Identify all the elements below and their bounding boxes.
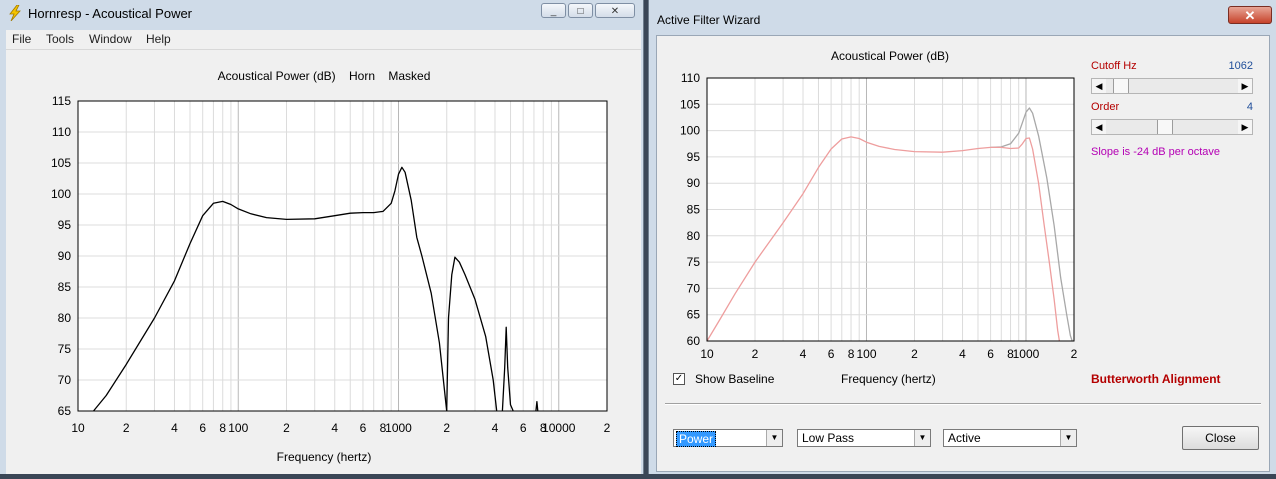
y-tick-label: 100 bbox=[680, 124, 700, 138]
plot-area: 110105100959085807570656010 2 4 6 8 100 2 4 6 810… bbox=[680, 71, 1078, 361]
measure-select-value: Power bbox=[676, 431, 717, 447]
chart-title: Acoustical Power (dB) bbox=[831, 49, 949, 63]
x-tick-label: 100 bbox=[228, 421, 248, 435]
y-tick-label: 65 bbox=[687, 308, 701, 322]
cutoff-value: 1062 bbox=[1228, 60, 1253, 72]
y-tick-label: 80 bbox=[58, 311, 72, 325]
x-tick-label: 2 bbox=[604, 421, 611, 435]
y-tick-label: 75 bbox=[687, 255, 701, 269]
menu-help[interactable]: Help bbox=[146, 32, 171, 46]
x-tick-label: 10 bbox=[71, 421, 85, 435]
y-tick-label: 115 bbox=[52, 94, 71, 108]
lightning-icon bbox=[9, 5, 21, 21]
x-tick-label: 4 bbox=[492, 421, 499, 435]
y-tick-label: 110 bbox=[681, 71, 700, 85]
x-tick-label: 6 bbox=[199, 421, 206, 435]
filter-response-chart: Acoustical Power (dB) 110 105 100 95 90 85 80 7… bbox=[680, 49, 1078, 361]
x-tick-label: 10000 bbox=[542, 421, 576, 435]
y-tick-label: 70 bbox=[58, 373, 72, 387]
order-slider[interactable]: ◀ ▶ bbox=[1091, 119, 1253, 135]
left-arrow-icon[interactable]: ◀ bbox=[1092, 120, 1106, 134]
x-tick-label: 4 bbox=[331, 421, 338, 435]
filter-type-select-value: Low Pass bbox=[802, 431, 855, 445]
window-title: Hornresp - Acoustical Power bbox=[28, 6, 193, 21]
x-tick-label: 4 bbox=[171, 421, 178, 435]
order-slider-thumb[interactable] bbox=[1157, 120, 1174, 134]
y-tick-label: 90 bbox=[687, 176, 701, 190]
x-tick-label: 1000 bbox=[1013, 347, 1040, 361]
separator bbox=[665, 403, 1261, 405]
x-tick-label: 2 bbox=[283, 421, 290, 435]
x-tick-label: 1000 bbox=[385, 421, 412, 435]
x-tick-label: 6 bbox=[520, 421, 527, 435]
filter-mode-select[interactable]: Active ▼ bbox=[943, 429, 1077, 447]
order-label: Order bbox=[1091, 101, 1120, 113]
x-tick-label: 4 bbox=[800, 347, 807, 361]
hornresp-window: Hornresp - Acoustical Power _ □ ✕ File T… bbox=[0, 0, 644, 474]
y-tick-label: 65 bbox=[58, 404, 72, 418]
right-arrow-icon[interactable]: ▶ bbox=[1238, 120, 1252, 134]
y-tick-label: 110 bbox=[52, 125, 71, 139]
menu-tools[interactable]: Tools bbox=[46, 32, 74, 46]
close-window-button[interactable]: ✕ bbox=[1228, 6, 1272, 24]
left-arrow-icon[interactable]: ◀ bbox=[1092, 79, 1106, 93]
menu-window[interactable]: Window bbox=[89, 32, 132, 46]
chevron-down-icon[interactable]: ▼ bbox=[1060, 430, 1076, 446]
close-button[interactable]: Close bbox=[1182, 426, 1259, 450]
x-tick-label: 100 bbox=[856, 347, 876, 361]
y-tick-label: 105 bbox=[51, 156, 71, 170]
order-value: 4 bbox=[1246, 101, 1253, 113]
chevron-down-icon[interactable]: ▼ bbox=[914, 430, 930, 446]
x-tick-label: 6 bbox=[360, 421, 367, 435]
chart-title: Acoustical Power (dB) Horn Masked bbox=[218, 69, 431, 83]
x-tick-label: 6 bbox=[987, 347, 994, 361]
x-tick-label: 10 bbox=[700, 347, 714, 361]
y-tick-label: 80 bbox=[687, 229, 701, 243]
filter-type-select[interactable]: Low Pass ▼ bbox=[797, 429, 931, 447]
x-tick-label: 6 bbox=[828, 347, 835, 361]
maximize-button[interactable]: □ bbox=[568, 3, 593, 18]
x-tick-label: 8 bbox=[219, 421, 226, 435]
minimize-button[interactable]: _ bbox=[541, 3, 566, 18]
x-axis-label: Frequency (hertz) bbox=[277, 450, 372, 464]
y-tick-label: 95 bbox=[58, 218, 72, 232]
show-baseline-checkbox[interactable]: ✓ bbox=[673, 373, 685, 385]
x-tick-label: 2 bbox=[911, 347, 918, 361]
measure-select[interactable]: Power ▼ bbox=[673, 429, 783, 447]
x-axis-label: Frequency (hertz) bbox=[841, 372, 936, 386]
x-tick-label: 4 bbox=[959, 347, 966, 361]
show-baseline-label: Show Baseline bbox=[695, 372, 775, 386]
x-tick-label: 8 bbox=[848, 347, 855, 361]
cutoff-label: Cutoff Hz bbox=[1091, 60, 1137, 72]
y-tick-label: 100 bbox=[51, 187, 71, 201]
x-tick-label: 2 bbox=[752, 347, 759, 361]
y-tick-label: 105 bbox=[680, 97, 700, 111]
filter-mode-select-value: Active bbox=[948, 431, 981, 445]
cutoff-slider-thumb[interactable] bbox=[1112, 79, 1129, 93]
slope-text: Slope is -24 dB per octave bbox=[1091, 146, 1221, 158]
y-tick-label: 85 bbox=[687, 203, 701, 217]
menu-bar: File Tools Window Help bbox=[6, 30, 641, 50]
wizard-client-area: Acoustical Power (dB) 110 105 100 95 90 85 80 7… bbox=[656, 35, 1270, 472]
acoustical-power-chart: Acoustical Power (dB) Horn Masked Freque… bbox=[51, 69, 611, 464]
x-tick-label: 2 bbox=[1071, 347, 1078, 361]
y-tick-label: 90 bbox=[58, 249, 72, 263]
cutoff-slider[interactable]: ◀ ▶ bbox=[1091, 78, 1253, 94]
y-tick-label: 85 bbox=[58, 280, 72, 294]
chevron-down-icon[interactable]: ▼ bbox=[766, 430, 782, 446]
plot-area: 1151101051009590858075706510 2 4 6 8 100 2 4 6 81… bbox=[51, 94, 611, 435]
close-window-button[interactable]: ✕ bbox=[595, 3, 635, 18]
right-arrow-icon[interactable]: ▶ bbox=[1238, 79, 1252, 93]
x-tick-label: 2 bbox=[123, 421, 130, 435]
y-tick-label: 95 bbox=[687, 150, 701, 164]
y-tick-label: 70 bbox=[687, 281, 701, 295]
alignment-label: Butterworth Alignment bbox=[1091, 372, 1221, 386]
active-filter-wizard-window: Active Filter Wizard ✕ Acoustical Power … bbox=[648, 0, 1276, 474]
left-client-area: Acoustical Power (dB) Horn Masked Freque… bbox=[6, 50, 641, 474]
y-tick-label: 60 bbox=[687, 334, 701, 348]
menu-file[interactable]: File bbox=[12, 32, 31, 46]
y-tick-label: 75 bbox=[58, 342, 72, 356]
x-tick-label: 2 bbox=[443, 421, 450, 435]
window-title: Active Filter Wizard bbox=[657, 13, 761, 27]
